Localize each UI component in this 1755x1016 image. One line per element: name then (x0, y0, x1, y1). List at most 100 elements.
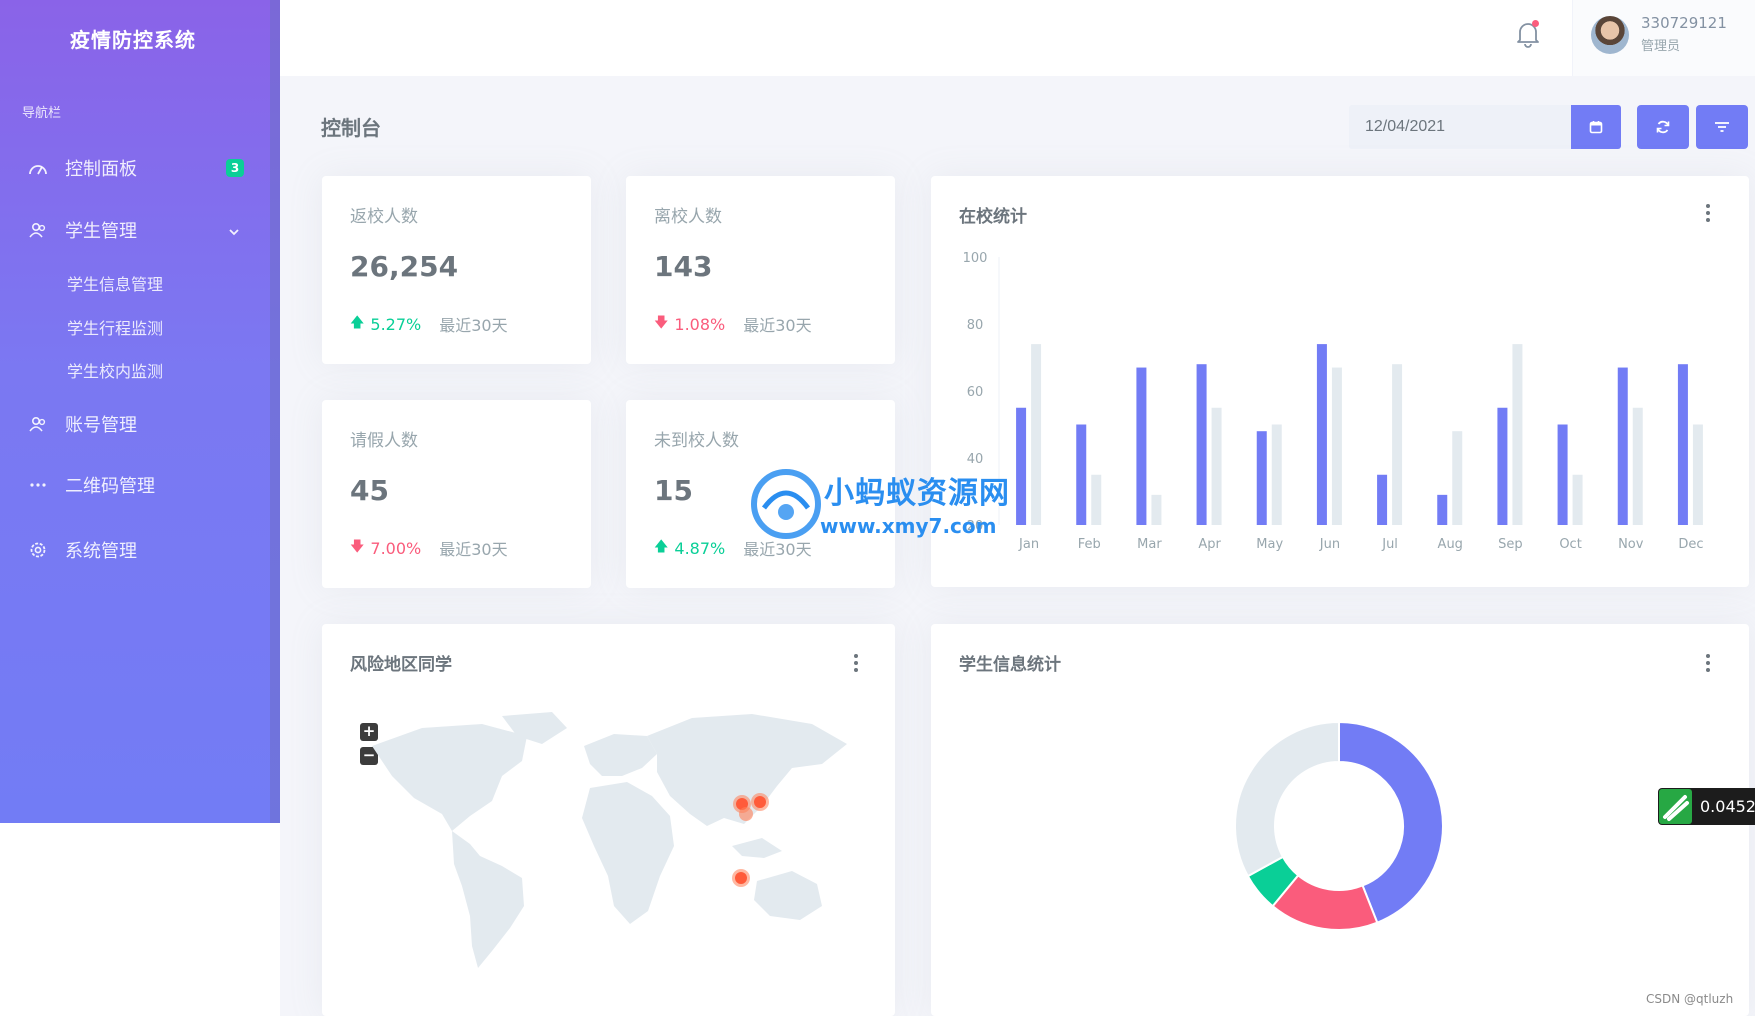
bar (1091, 474, 1102, 525)
sidebar-scrollbar[interactable] (270, 0, 280, 823)
stat-title: 离校人数 (654, 207, 722, 227)
y-tick-label: 80 (967, 318, 984, 333)
more-dots-icon (27, 474, 49, 496)
calendar-button[interactable] (1571, 105, 1621, 149)
brand-logo[interactable]: 疫情防控系统 (70, 24, 196, 53)
bar (1437, 494, 1448, 525)
sidebar-item-qrcode[interactable]: 二维码管理 (0, 465, 270, 505)
risk-marker (735, 872, 747, 884)
page-title: 控制台 (321, 116, 381, 140)
card-title: 风险地区同学 (350, 655, 452, 675)
widget-logo-icon (1659, 789, 1692, 824)
gear-icon (27, 539, 49, 561)
sidebar-item-label: 二维码管理 (65, 476, 155, 497)
stat-change: 🡅 5.27% 最近30天 (350, 312, 508, 336)
filter-button[interactable] (1696, 105, 1748, 149)
bar (1497, 407, 1508, 525)
arrow-up-icon: 🡅 (350, 315, 365, 331)
stat-title: 返校人数 (350, 207, 418, 227)
stat-change: 🡇 7.00% 最近30天 (350, 536, 508, 560)
stat-card-left: 离校人数 143 🡇 1.08% 最近30天 (626, 176, 895, 364)
bar (1677, 364, 1688, 525)
change-percent: 5.27% (370, 314, 422, 334)
bar (1617, 367, 1628, 525)
sidebar-item-students[interactable]: 学生管理 (0, 210, 270, 250)
stat-value: 26,254 (350, 250, 459, 283)
bar (1377, 474, 1388, 525)
more-vertical-icon[interactable] (854, 654, 858, 675)
sidebar-item-system[interactable]: 系统管理 (0, 530, 270, 570)
bar-chart: 10080604020Jan Feb Mar Apr May Jun Jul Aug Sep Oc… (963, 251, 1704, 552)
x-tick-label: Sep (1498, 537, 1523, 552)
x-tick-label: Apr (1198, 537, 1221, 552)
sidebar-subitem-student-travel[interactable]: 学生行程监测 (67, 315, 163, 339)
csdn-watermark: CSDN @qtluzh (1646, 992, 1734, 1006)
change-percent: 1.08% (674, 314, 726, 334)
bar (1271, 424, 1282, 525)
sidebar-item-accounts[interactable]: 账号管理 (0, 404, 270, 444)
user-menu[interactable]: 330729121 管理员 (1572, 0, 1755, 76)
x-tick-label: Mar (1137, 537, 1162, 552)
nav-section-title: 导航栏 (22, 106, 62, 121)
chevron-down-icon (228, 222, 240, 243)
date-input[interactable] (1349, 105, 1571, 149)
world-map[interactable] (352, 706, 852, 976)
sidebar-subitem-student-campus[interactable]: 学生校内监测 (67, 358, 163, 382)
bar (1256, 431, 1267, 525)
users-icon (27, 219, 49, 241)
bar-chart-card: 在校统计 100 80 60 40 20 Jan Feb Mar Apr May Jun Jul Aug… (931, 176, 1749, 587)
arrow-down-icon: 🡇 (654, 315, 669, 331)
avatar (1591, 16, 1629, 54)
change-percent: 7.00% (370, 538, 422, 558)
risk-marker (739, 807, 753, 821)
filter-icon (1715, 122, 1729, 132)
stat-card-leave: 请假人数 45 🡇 7.00% 最近30天 (322, 400, 591, 588)
change-period: 最近30天 (439, 540, 508, 559)
bar (1392, 364, 1403, 525)
change-period: 最近30天 (743, 316, 812, 335)
x-tick-label: Nov (1618, 537, 1644, 552)
arrow-up-icon: 🡅 (654, 539, 669, 555)
watermark: 小蚂蚁资源网 www.xmy7.com (750, 468, 1010, 548)
watermark-url: www.xmy7.com (820, 514, 997, 538)
notification-dot (1532, 20, 1539, 27)
bar (1211, 407, 1222, 525)
y-tick-label: 100 (963, 251, 988, 266)
bar (1452, 431, 1463, 525)
bar (1031, 344, 1042, 525)
bar (1572, 474, 1583, 525)
x-tick-label: Feb (1078, 537, 1101, 552)
watermark-logo (751, 469, 821, 539)
sidebar-subitem-student-info[interactable]: 学生信息管理 (67, 271, 163, 295)
stat-card-returned: 返校人数 26,254 🡅 5.27% 最近30天 (322, 176, 591, 364)
bar (1136, 367, 1147, 525)
sidebar-item-label: 账号管理 (65, 415, 137, 436)
floating-widget[interactable]: 0.0452 (1658, 788, 1755, 825)
stat-title: 未到校人数 (654, 431, 739, 451)
bar (1151, 494, 1162, 525)
donut-chart (1234, 720, 1444, 931)
bar (1692, 424, 1703, 525)
bar (1632, 407, 1643, 525)
x-tick-label: Oct (1559, 537, 1581, 552)
stat-value: 143 (654, 250, 713, 283)
change-percent: 4.87% (674, 538, 726, 558)
sidebar-item-dashboard[interactable]: 控制面板 3 (0, 148, 270, 188)
bar (1331, 367, 1342, 525)
x-tick-label: Jan (1018, 537, 1039, 552)
bar (1196, 364, 1207, 525)
change-period: 最近30天 (439, 316, 508, 335)
bar (1076, 424, 1087, 525)
bar (1016, 407, 1027, 525)
user-name: 330729121 (1641, 14, 1727, 32)
sidebar-item-label: 系统管理 (65, 541, 137, 562)
stat-change: 🡇 1.08% 最近30天 (654, 312, 812, 336)
x-tick-label: Jun (1319, 537, 1340, 552)
refresh-button[interactable] (1637, 105, 1689, 149)
stat-title: 请假人数 (350, 431, 418, 451)
risk-marker (754, 796, 766, 808)
bar (1316, 344, 1327, 525)
arrow-down-icon: 🡇 (350, 539, 365, 555)
notification-badge: 3 (226, 159, 244, 177)
x-tick-label: May (1256, 537, 1283, 552)
